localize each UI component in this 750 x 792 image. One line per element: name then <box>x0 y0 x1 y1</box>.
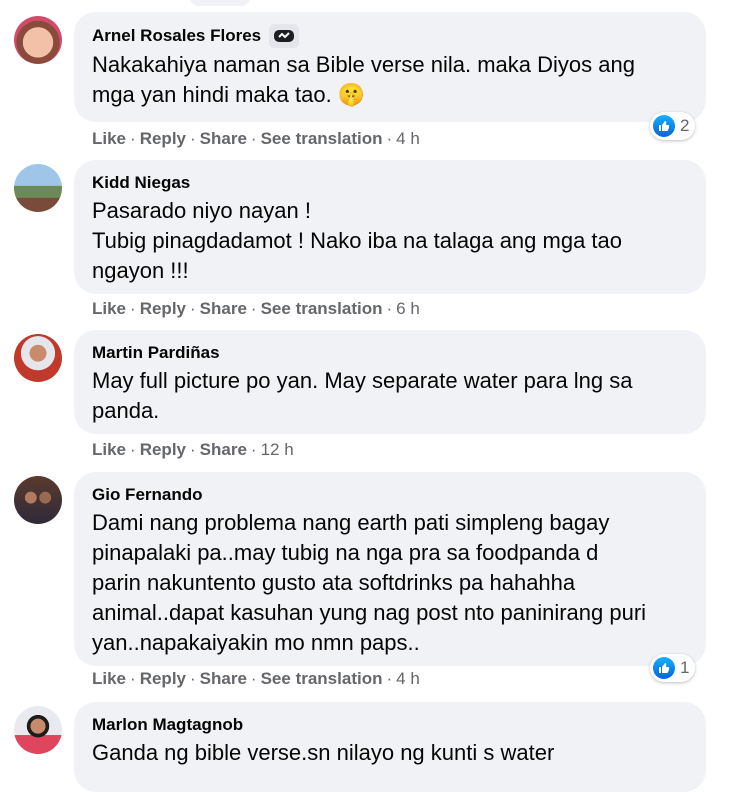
like-reaction-icon <box>653 657 675 679</box>
comment-bubble: Marlon Magtagnob Ganda ng bible verse.sn… <box>74 702 706 792</box>
comment-actions: Like · Reply · Share · See translation · 4 h <box>92 669 420 688</box>
reaction-count: 2 <box>680 116 690 135</box>
like-reaction-icon <box>653 115 675 137</box>
share-link[interactable]: Share <box>200 129 247 148</box>
timestamp[interactable]: 12 h <box>261 440 294 459</box>
reaction-count: 1 <box>680 658 690 677</box>
comment-bubble: Kidd Niegas Pasarado niyo nayan ! Tubig … <box>74 160 706 294</box>
share-link[interactable]: Share <box>200 669 247 688</box>
avatar[interactable] <box>14 16 62 64</box>
share-link[interactable]: Share <box>200 440 247 459</box>
reply-link[interactable]: Reply <box>140 440 186 459</box>
see-translation-link[interactable]: See translation <box>261 129 383 148</box>
comment-text: Pasarado niyo nayan ! Tubig pinagdadamot… <box>92 198 622 283</box>
avatar[interactable] <box>14 164 62 212</box>
timestamp[interactable]: 4 h <box>396 129 420 148</box>
previous-comment-edge <box>190 0 250 6</box>
comment-actions: Like · Reply · Share · See translation · 6 h <box>92 299 420 318</box>
comment-text: Ganda ng bible verse.sn nilayo ng kunti … <box>92 740 555 765</box>
like-link[interactable]: Like <box>92 669 126 688</box>
comment-author[interactable]: Arnel Rosales Flores <box>92 25 261 47</box>
reactions-badge[interactable]: 1 <box>650 654 696 682</box>
comment-bubble: Arnel Rosales Flores Nakakahiya naman sa… <box>74 12 706 122</box>
comment-text: Dami nang problema nang earth pati simpl… <box>92 510 647 655</box>
top-fan-badge-icon[interactable] <box>269 24 300 48</box>
comment-author[interactable]: Martin Pardiñas <box>92 342 220 364</box>
avatar[interactable] <box>14 706 62 754</box>
see-translation-link[interactable]: See translation <box>261 669 383 688</box>
share-link[interactable]: Share <box>200 299 247 318</box>
reply-link[interactable]: Reply <box>140 299 186 318</box>
like-link[interactable]: Like <box>92 129 126 148</box>
comment-bubble: Gio Fernando Dami nang problema nang ear… <box>74 472 706 666</box>
comment-bubble: Martin Pardiñas May full picture po yan.… <box>74 330 706 434</box>
comment-author[interactable]: Kidd Niegas <box>92 172 190 194</box>
timestamp[interactable]: 4 h <box>396 669 420 688</box>
reactions-badge[interactable]: 2 <box>650 112 696 140</box>
like-link[interactable]: Like <box>92 440 126 459</box>
like-link[interactable]: Like <box>92 299 126 318</box>
avatar[interactable] <box>14 334 62 382</box>
comment-actions: Like · Reply · Share · See translation · 4 h <box>92 129 420 148</box>
comment-author[interactable]: Gio Fernando <box>92 484 203 506</box>
reply-link[interactable]: Reply <box>140 669 186 688</box>
avatar[interactable] <box>14 476 62 524</box>
comment-actions: Like · Reply · Share · 12 h <box>92 440 294 459</box>
comment-author[interactable]: Marlon Magtagnob <box>92 714 243 736</box>
comment-text: Nakakahiya naman sa Bible verse nila. ma… <box>92 52 635 107</box>
timestamp[interactable]: 6 h <box>396 299 420 318</box>
comment-text: May full picture po yan. May separate wa… <box>92 368 633 423</box>
see-translation-link[interactable]: See translation <box>261 299 383 318</box>
reply-link[interactable]: Reply <box>140 129 186 148</box>
